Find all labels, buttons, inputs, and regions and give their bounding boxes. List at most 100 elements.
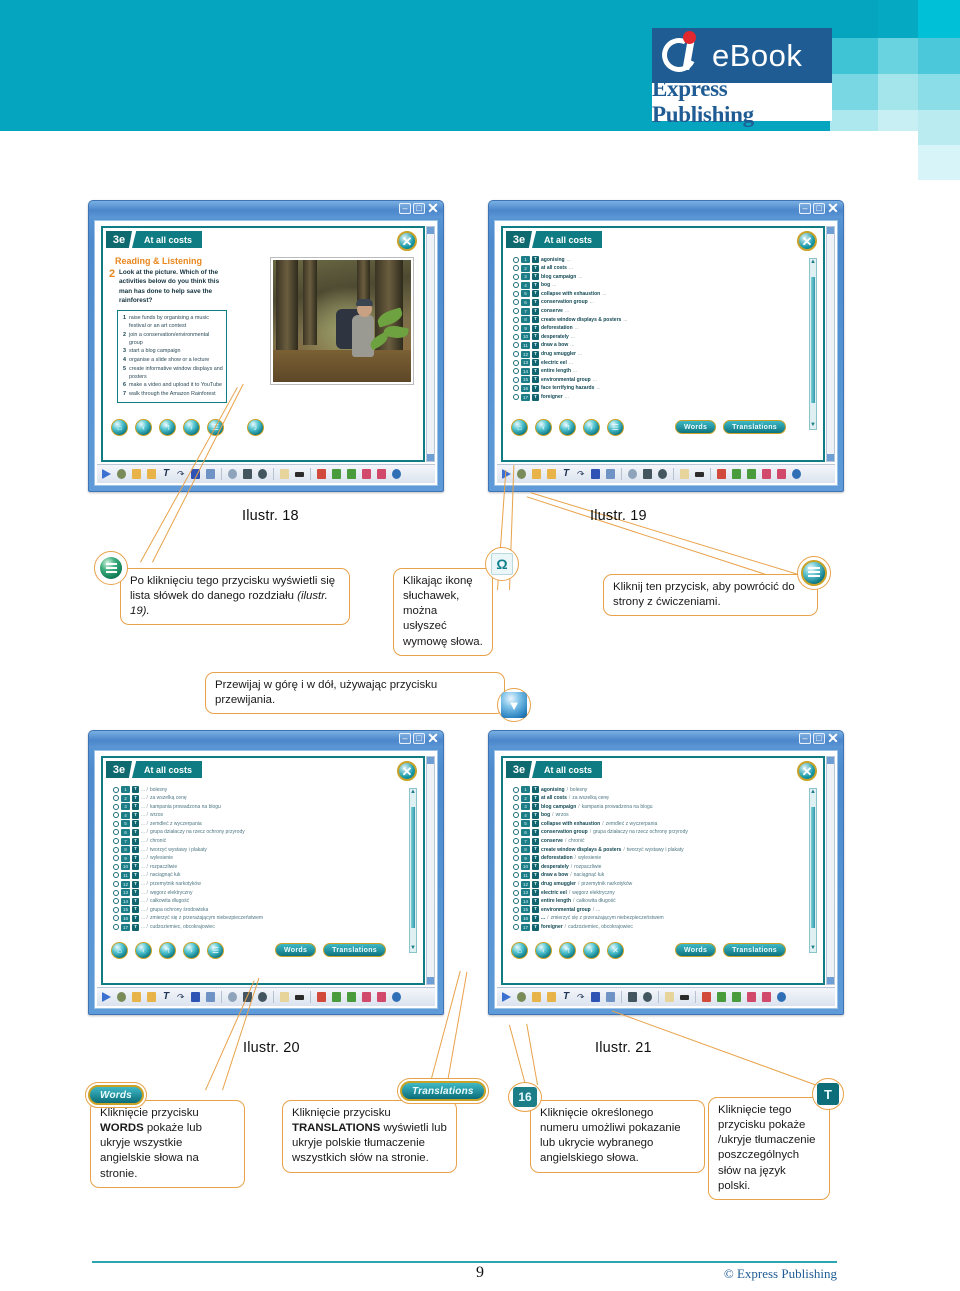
pointer-icon[interactable] [517, 469, 526, 479]
scroll-down-arrow[interactable]: ▼ [810, 945, 816, 952]
headphones-icon[interactable] [113, 803, 119, 810]
word-number-badge[interactable]: 1 [121, 786, 130, 793]
page-scrollbar[interactable] [826, 226, 835, 462]
word-number-badge[interactable]: 14 [521, 367, 530, 375]
headphones-icon[interactable] [513, 898, 519, 905]
vocabulary-row[interactable]: 7 Tconserve / chronić [513, 837, 795, 845]
translation-toggle-icon[interactable]: T [532, 324, 539, 332]
next-page-button[interactable]: › [183, 418, 200, 436]
word-number-badge[interactable]: 1 [521, 256, 530, 263]
translation-toggle-icon[interactable]: T [532, 393, 539, 401]
word-number-badge[interactable]: 7 [121, 837, 130, 845]
word-number-badge[interactable]: 3 [521, 273, 530, 281]
vocabulary-scrollbar-fig20[interactable]: ▲ ▼ [409, 788, 417, 953]
page-close-button[interactable]: ✕ [397, 231, 417, 251]
window-controls[interactable]: – □ ✕ [399, 201, 439, 215]
audio-button[interactable]: ♪ [247, 418, 264, 436]
curve-tool-icon[interactable]: ↷ [176, 992, 185, 1002]
minimize-icon[interactable]: – [799, 203, 811, 214]
camera-icon[interactable] [243, 469, 252, 479]
home-button[interactable]: ⌂ [111, 941, 128, 959]
text-tool-icon[interactable]: T [562, 992, 570, 1002]
translation-toggle-icon[interactable]: T [532, 786, 539, 793]
save-as-icon[interactable] [777, 469, 786, 479]
vocabulary-row[interactable]: 10 Tdesperately ... [513, 333, 795, 341]
headphones-icon[interactable] [113, 820, 119, 827]
globe-icon[interactable] [792, 469, 801, 479]
vocabulary-row[interactable]: 4 Tbog / wrzos [513, 811, 795, 819]
home-button[interactable]: ⌂ [511, 941, 528, 959]
headphones-icon[interactable] [513, 265, 519, 272]
highlighter-icon[interactable] [547, 469, 556, 479]
home-button[interactable]: ⌂ [111, 418, 128, 436]
vocabulary-row[interactable]: 8 T... / tworzyć wystawy i plakaty [113, 846, 395, 854]
word-number-badge[interactable]: 10 [121, 863, 130, 871]
vocabulary-row[interactable]: 15 Tenvironmental group /... [513, 906, 795, 914]
word-number-badge[interactable]: 2 [121, 794, 130, 802]
globe-icon[interactable] [777, 992, 786, 1002]
vocabulary-row[interactable]: 6 T... / grupa działaczy na rzecz ochrony … [113, 828, 395, 836]
stop-icon[interactable] [702, 992, 711, 1002]
translation-toggle-icon[interactable]: T [132, 820, 139, 828]
vocabulary-row[interactable]: 6 Tconservation group ... [513, 298, 795, 306]
vocabulary-row[interactable]: 17 T... / cudzoziemiec, obcokrajowiec [113, 923, 395, 931]
headphones-icon[interactable] [113, 915, 119, 922]
word-number-badge[interactable]: 9 [121, 854, 130, 862]
return-to-exercises-button[interactable]: ☰ [607, 418, 624, 436]
headphones-icon[interactable] [513, 394, 519, 400]
translation-toggle-icon[interactable]: T [132, 863, 139, 871]
window-controls[interactable]: – □ ✕ [799, 731, 839, 745]
word-number-badge[interactable]: 8 [521, 316, 530, 324]
translation-toggle-icon[interactable]: T [132, 811, 139, 819]
translation-toggle-icon[interactable]: T [532, 837, 539, 845]
vocabulary-row[interactable]: 9 Tdeforestation / wylesienie [513, 854, 795, 862]
word-number-badge[interactable]: 16 [121, 914, 130, 922]
word-number-badge[interactable]: 11 [121, 871, 130, 879]
close-icon[interactable]: ✕ [427, 201, 439, 215]
vocabulary-row[interactable]: 12 T... / przemytnik narkotyków [113, 880, 395, 888]
headphones-icon[interactable] [113, 872, 119, 879]
headphones-icon[interactable] [513, 299, 519, 306]
maximize-icon[interactable]: □ [813, 733, 825, 744]
word-number-badge[interactable]: 14 [521, 897, 530, 905]
back-button[interactable]: ↰ [559, 941, 576, 959]
curve-tool-icon[interactable]: ↷ [576, 469, 585, 479]
zoom-icon[interactable] [228, 469, 237, 479]
pointer-icon[interactable] [117, 992, 126, 1002]
headphones-icon[interactable] [513, 342, 519, 349]
translation-toggle-icon[interactable]: T [532, 794, 539, 802]
back-button[interactable]: ↰ [159, 941, 176, 959]
save-as-icon[interactable] [377, 469, 386, 479]
save-as-icon[interactable] [762, 992, 771, 1002]
word-number-badge[interactable]: 17 [521, 923, 530, 931]
headphones-icon[interactable] [513, 838, 519, 845]
word-number-badge[interactable]: 12 [521, 880, 530, 888]
next-page-button[interactable]: › [583, 941, 600, 959]
word-number-badge[interactable]: 1 [521, 786, 530, 793]
word-number-badge[interactable]: 2 [521, 794, 530, 802]
undo-icon[interactable] [732, 469, 741, 479]
fill-color-icon[interactable] [191, 992, 200, 1002]
text-tool-icon[interactable]: T [162, 992, 170, 1002]
word-number-badge[interactable]: 13 [521, 889, 530, 897]
translation-toggle-icon[interactable]: T [532, 316, 539, 324]
vocabulary-row[interactable]: 13 Telectric eel ... [513, 359, 795, 367]
screenshot-window-fig18[interactable]: – □ ✕ 3e At all costs ✕ Reading & Listen… [88, 200, 444, 492]
headphones-icon[interactable] [513, 803, 519, 810]
vocabulary-row[interactable]: 10 T... / rozpaczliwie [113, 863, 395, 871]
camera-icon[interactable] [643, 469, 652, 479]
translation-toggle-icon[interactable]: T [132, 871, 139, 879]
pencil-icon[interactable] [132, 469, 141, 479]
next-page-button[interactable]: › [583, 418, 600, 436]
scrollbar-thumb[interactable] [411, 807, 415, 928]
translations-button-icon[interactable]: Translations [400, 1081, 486, 1101]
headphones-icon[interactable] [113, 881, 119, 888]
headphones-icon[interactable] [513, 290, 519, 297]
word-number-badge[interactable]: 7 [521, 837, 530, 845]
headphones-icon[interactable] [513, 889, 519, 896]
word-number-badge[interactable]: 17 [121, 923, 130, 931]
word-number-badge[interactable]: 9 [521, 854, 530, 862]
vocabulary-row[interactable]: 2 Tat all costs / za wszelką cenę [513, 794, 795, 802]
headphones-icon[interactable] [513, 795, 519, 802]
translation-toggle-icon[interactable]: T [132, 846, 139, 854]
